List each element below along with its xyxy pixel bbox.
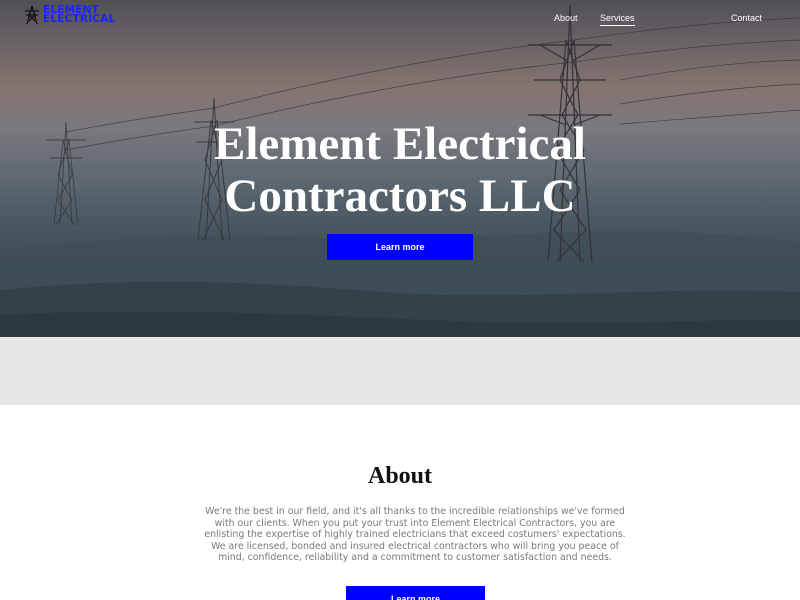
brand-name-line2: ELECTRICAL xyxy=(43,13,116,25)
nav-link-about[interactable]: About xyxy=(554,13,578,23)
about-learn-more-button[interactable]: Learn more xyxy=(346,586,485,600)
about-heading: About xyxy=(367,463,433,489)
nav-link-contact[interactable]: Contact xyxy=(731,13,762,23)
about-body-text: We're the best in our field, and it's al… xyxy=(204,506,626,564)
hero-learn-more-button[interactable]: Learn more xyxy=(327,234,473,260)
section-divider-band xyxy=(0,337,800,405)
brand-name: ELEMENT ELECTRICAL xyxy=(43,5,116,25)
hero-title-line2: Contractors LLC xyxy=(224,170,576,222)
hero-title: Element Electrical Contractors LLC xyxy=(0,118,800,222)
brand-logo[interactable]: ELEMENT ELECTRICAL xyxy=(24,5,115,25)
hero-title-line1: Element Electrical xyxy=(214,118,586,170)
hero-section: ELEMENT ELECTRICAL About Services Contac… xyxy=(0,0,800,337)
power-tower-icon xyxy=(25,5,39,25)
nav-link-services[interactable]: Services xyxy=(600,13,635,26)
